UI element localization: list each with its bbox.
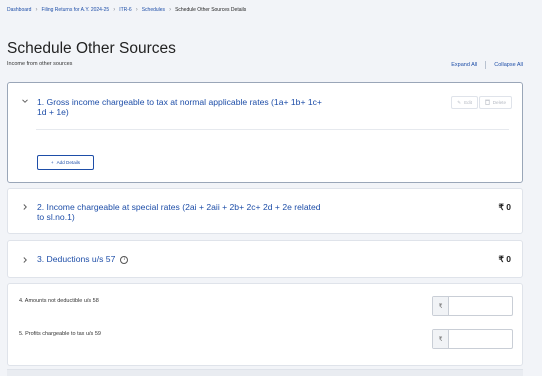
section-3-title-text: 3. Deductions u/s 57 [37,254,116,264]
chevron-right-icon[interactable] [21,203,29,211]
expand-collapse-controls: Expand All Collapse All [451,61,523,69]
field-4-input-group: ₹ [432,296,513,316]
next-section-strip [7,369,523,376]
section-3-amount: ₹ 0 [498,254,512,264]
breadcrumb: Dashboard › Filing Returns for A.Y. 2024… [7,7,246,13]
section-2-title-line1: 2. Income chargeable at special rates (2… [37,202,321,212]
add-details-button[interactable]: + Add Details [37,155,94,170]
profits-chargeable-input[interactable] [449,330,512,348]
section-2-amount: ₹ 0 [498,202,512,212]
field-4-label: 4. Amounts not deductible u/s 58 [19,298,99,304]
section-1-title[interactable]: 1. Gross income chargeable to tax at nor… [37,97,322,117]
breadcrumb-separator-icon: › [113,7,116,13]
breadcrumb-schedules[interactable]: Schedules [142,7,165,13]
field-5-input-group: ₹ [432,329,513,349]
delete-button-label: Delete [492,100,506,105]
add-details-label: Add Details [56,160,81,165]
fields-card: 4. Amounts not deductible u/s 58 ₹ 5. Pr… [7,283,523,366]
breadcrumb-separator-icon: › [135,7,138,13]
breadcrumb-dashboard[interactable]: Dashboard [7,7,31,13]
rupee-icon: ₹ [433,330,449,348]
plus-icon: + [50,160,54,165]
link-divider [485,61,487,69]
collapse-all-link[interactable]: Collapse All [494,62,523,68]
section-divider [36,129,509,130]
section-2-title[interactable]: 2. Income chargeable at special rates (2… [37,202,321,222]
amounts-not-deductible-input[interactable] [449,297,512,315]
section-3-title[interactable]: 3. Deductions u/s 57 i [37,254,129,264]
info-icon[interactable]: i [120,255,129,264]
section-3-card[interactable]: 3. Deductions u/s 57 i ₹ 0 [7,240,523,278]
breadcrumb-current: Schedule Other Sources Details [175,7,247,13]
chevron-right-icon[interactable] [21,256,29,264]
section-2-title-line2: to sl.no.1) [37,212,75,222]
section-1-title-line2: 1d + 1e) [37,107,69,117]
breadcrumb-separator-icon: › [169,7,172,13]
delete-button[interactable]: Delete [478,96,512,109]
section-1-card: 1. Gross income chargeable to tax at nor… [7,82,523,183]
pencil-icon: ✎ [457,99,462,105]
section-1-title-line1: 1. Gross income chargeable to tax at nor… [37,97,322,107]
page-subtitle: Income from other sources [7,61,73,67]
edit-button-label: Edit [464,100,472,105]
breadcrumb-itr6[interactable]: ITR-6 [119,7,132,13]
trash-icon [484,99,490,106]
breadcrumb-separator-icon: › [35,7,38,13]
rupee-icon: ₹ [433,297,449,315]
page-title: Schedule Other Sources [7,40,176,57]
breadcrumb-filing-returns[interactable]: Filing Returns for A.Y. 2024-25 [41,7,109,13]
edit-button[interactable]: ✎ Edit [451,96,478,109]
section-2-card[interactable]: 2. Income chargeable at special rates (2… [7,188,523,234]
chevron-down-icon[interactable] [21,97,29,105]
expand-all-link[interactable]: Expand All [451,62,477,68]
field-5-label: 5. Profits chargeable to tax u/s 59 [19,331,101,337]
